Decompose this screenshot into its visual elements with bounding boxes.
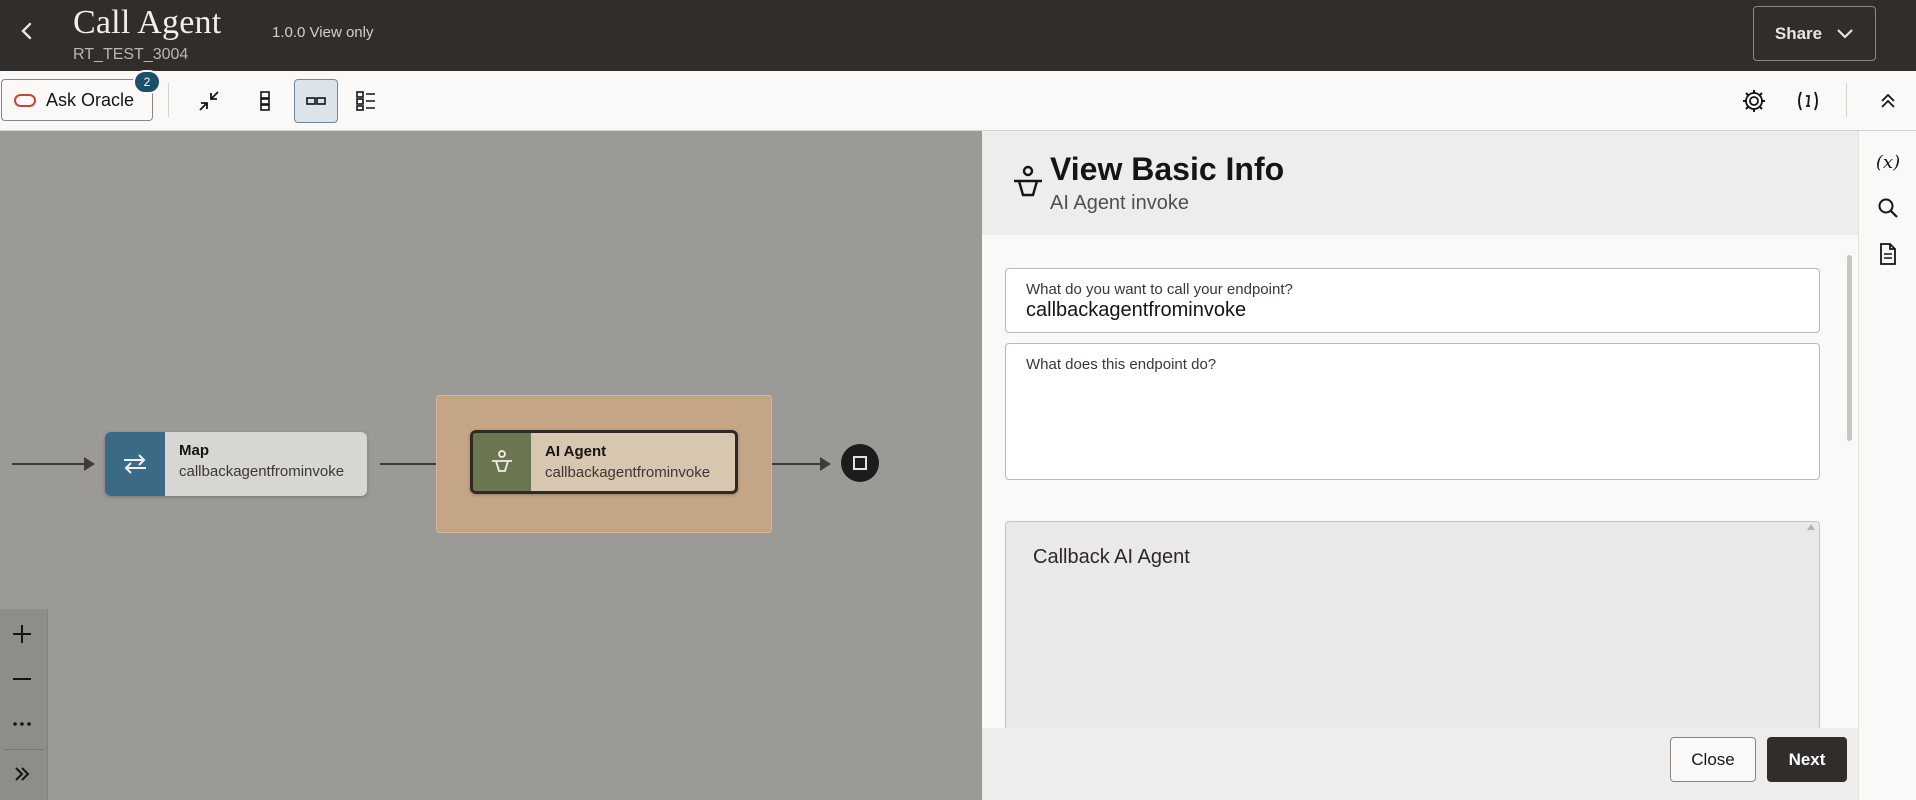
document-button[interactable]	[1871, 237, 1905, 271]
toolbar-divider	[168, 83, 169, 117]
zoom-divider	[4, 749, 44, 750]
search-icon	[1878, 198, 1898, 218]
oracle-icon	[14, 93, 36, 107]
right-rail: (x)	[1858, 131, 1916, 800]
ask-oracle-badge: 2	[133, 70, 161, 94]
search-button[interactable]	[1871, 191, 1905, 225]
flow-edge	[12, 463, 86, 465]
ask-oracle-label: Ask Oracle	[46, 89, 135, 110]
more-icon	[13, 722, 31, 726]
basic-info-drawer: View Basic Info AI Agent invoke What do …	[982, 131, 1858, 800]
endpoint-description-field[interactable]: What does this endpoint do?	[1005, 343, 1820, 480]
map-node[interactable]: Map callbackagentfrominvoke	[105, 432, 367, 496]
agent-description-text: Callback AI Agent	[1033, 546, 1190, 568]
share-label: Share	[1774, 23, 1823, 43]
horizontal-layout-button[interactable]	[294, 79, 338, 123]
document-icon	[1880, 243, 1896, 265]
close-button[interactable]: Close	[1670, 737, 1756, 782]
zoom-out-button[interactable]	[0, 659, 44, 699]
collapse-up-icon	[1881, 93, 1895, 108]
flow-arrow	[84, 457, 95, 471]
drawer-subtitle: AI Agent invoke	[1050, 192, 1189, 214]
list-layout-icon	[356, 91, 375, 111]
minus-icon	[13, 678, 31, 680]
ask-oracle-button[interactable]: Ask Oracle	[1, 79, 153, 121]
plus-icon	[13, 625, 31, 643]
next-button[interactable]: Next	[1767, 737, 1847, 782]
zoom-panel	[0, 609, 48, 800]
node-subtitle: callbackagentfrominvoke	[545, 464, 711, 481]
agent-description-box: Callback AI Agent	[1005, 521, 1820, 731]
horizontal-layout-icon	[306, 97, 326, 105]
field-label: What do you want to call your endpoint?	[1026, 281, 1293, 298]
variable-x-icon[interactable]: (x)	[1871, 145, 1905, 179]
back-icon[interactable]	[14, 18, 40, 44]
list-layout-button[interactable]	[344, 79, 388, 123]
node-title: Map	[179, 442, 209, 459]
variables-button[interactable]	[1786, 79, 1830, 123]
toolbar-divider	[1846, 83, 1847, 117]
page-subtitle: RT_TEST_3004	[73, 46, 189, 63]
collapse-button[interactable]	[187, 79, 231, 123]
drawer-title: View Basic Info	[1050, 151, 1285, 187]
stop-icon	[853, 456, 867, 470]
field-label: What does this endpoint do?	[1026, 356, 1217, 373]
scroll-up-icon[interactable]	[1807, 524, 1815, 530]
drawer-scrollbar[interactable]	[1847, 255, 1852, 441]
drawer-header: View Basic Info AI Agent invoke	[982, 131, 1858, 235]
endpoint-name-field[interactable]: What do you want to call your endpoint? …	[1005, 268, 1820, 333]
endpoint-name-value: callbackagentfrominvoke	[1026, 299, 1247, 321]
ai-agent-icon	[473, 433, 531, 491]
expand-button[interactable]	[0, 754, 44, 794]
flow-arrow	[820, 457, 831, 471]
chevron-down-icon	[1837, 28, 1853, 39]
node-title: AI Agent	[545, 443, 607, 460]
node-subtitle: callbackagentfrominvoke	[179, 463, 345, 480]
toolbar: Ask Oracle	[0, 71, 1916, 131]
share-button[interactable]: Share	[1753, 6, 1876, 61]
end-node[interactable]	[841, 444, 879, 482]
expand-icon	[15, 767, 30, 781]
vertical-layout-icon	[260, 91, 270, 111]
vertical-layout-button[interactable]	[243, 79, 287, 123]
zoom-in-button[interactable]	[0, 614, 44, 654]
app-header: Call Agent RT_TEST_3004 1.0.0 View only …	[0, 0, 1916, 71]
drawer-footer: Close Next	[982, 728, 1858, 800]
collapse-up-button[interactable]	[1866, 79, 1910, 123]
more-button[interactable]	[0, 704, 44, 744]
ai-agent-icon	[1012, 165, 1044, 206]
collapse-icon	[199, 91, 219, 111]
version-label: 1.0.0 View only	[272, 24, 374, 41]
settings-button[interactable]	[1732, 79, 1776, 123]
swap-arrows-icon	[105, 432, 165, 496]
ai-agent-node[interactable]: AI Agent callbackagentfrominvoke	[470, 430, 738, 494]
variable-icon	[1798, 91, 1818, 111]
page-title: Call Agent	[73, 4, 222, 41]
gear-icon	[1743, 90, 1765, 112]
